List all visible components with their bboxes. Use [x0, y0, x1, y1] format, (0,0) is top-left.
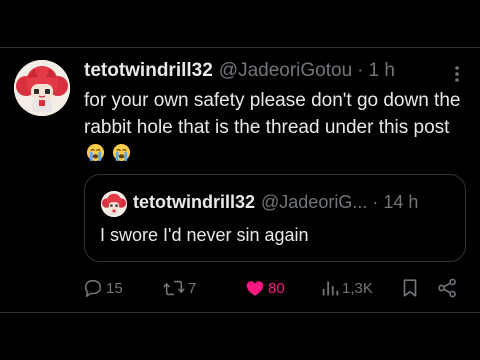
like-button[interactable]: 80: [244, 276, 285, 300]
like-count: 80: [268, 279, 285, 297]
more-options-icon[interactable]: [447, 64, 467, 84]
user-handle[interactable]: @JadeoriGotou: [219, 60, 352, 82]
views-count: 1,3K: [342, 279, 373, 297]
reply-count: 15: [106, 279, 123, 297]
repost-count: 7: [188, 279, 197, 297]
tweet-header: tetotwindrill32 @JadeoriGotou · 1 h: [84, 60, 395, 84]
views-button[interactable]: 1,3K: [320, 276, 373, 300]
quoted-user-handle[interactable]: @JadeoriG...: [261, 192, 367, 213]
bottom-divider: [0, 312, 480, 313]
reply-button[interactable]: 15: [82, 276, 123, 300]
repost-button[interactable]: 7: [162, 276, 196, 300]
quoted-display-name[interactable]: tetotwindrill32: [133, 192, 255, 213]
quoted-timestamp[interactable]: 14 h: [383, 192, 418, 213]
top-divider: [0, 47, 480, 48]
avatar[interactable]: [14, 60, 70, 116]
avatar-image: [14, 60, 70, 116]
tweet-body: for your own safety please don't go down…: [84, 88, 469, 168]
loudly-crying-face-icon: [112, 143, 131, 162]
repost-icon: [163, 280, 185, 296]
action-bar: 15 7 80 1,3K: [82, 276, 472, 300]
display-name[interactable]: tetotwindrill32: [84, 60, 213, 82]
quoted-text: I swore I'd never sin again: [100, 225, 309, 245]
tweet-text: for your own safety please don't go down…: [84, 90, 461, 138]
quoted-separator-dot: ·: [372, 192, 379, 212]
tweet-screen: tetotwindrill32 @JadeoriGotou · 1 h for …: [0, 0, 480, 360]
views-chart-icon: [322, 281, 339, 296]
quoted-avatar[interactable]: [101, 191, 127, 217]
loudly-crying-face-icon: [86, 143, 105, 162]
share-button[interactable]: [436, 276, 458, 300]
separator-dot: ·: [357, 60, 364, 81]
share-icon: [438, 278, 456, 298]
reply-icon: [84, 279, 102, 298]
heart-icon: [246, 281, 264, 296]
bookmark-icon: [403, 279, 417, 297]
quoted-header: tetotwindrill32 @JadeoriG... · 14 h: [133, 192, 418, 213]
bookmark-button[interactable]: [399, 276, 421, 300]
quoted-avatar-image: [101, 191, 127, 217]
quoted-tweet-card[interactable]: tetotwindrill32 @JadeoriG... · 14 h I sw…: [84, 174, 466, 262]
timestamp[interactable]: 1 h: [369, 60, 395, 82]
